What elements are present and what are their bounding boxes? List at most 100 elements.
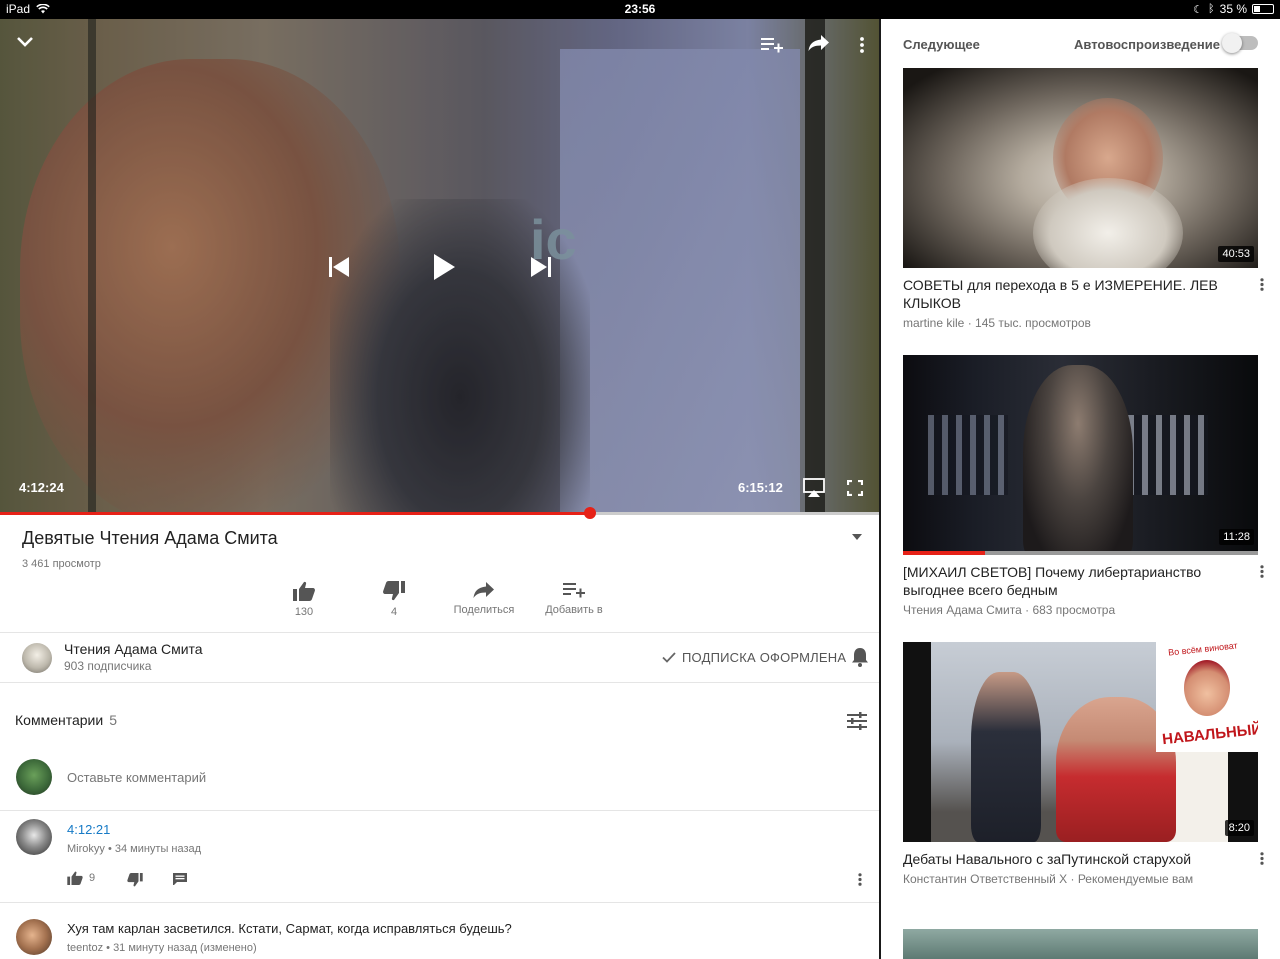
comment-author-avatar[interactable] <box>16 819 52 855</box>
previous-icon[interactable] <box>323 251 355 283</box>
comment-author-avatar[interactable] <box>16 919 52 955</box>
more-vertical-icon[interactable] <box>1260 278 1264 296</box>
add-to-queue-icon[interactable] <box>760 33 784 57</box>
add-to-label: Добавить в <box>545 604 603 616</box>
poster-word: НАВАЛЬНЫЙ <box>1161 720 1258 749</box>
status-time: 23:56 <box>624 2 656 16</box>
comment-like-count: 9 <box>89 872 96 884</box>
video-player[interactable]: ic 4:12:24 6:15:12 <box>0 19 880 512</box>
seek-bar[interactable] <box>0 507 880 519</box>
next-icon[interactable] <box>525 251 557 283</box>
share-icon[interactable] <box>806 31 832 55</box>
recommendation-meta: Константин Ответственный Х · Рекомендуем… <box>903 872 1194 886</box>
bell-icon[interactable] <box>851 647 869 672</box>
current-time: 4:12:24 <box>19 480 64 495</box>
comments-title: Комментарии <box>15 712 104 728</box>
comment-dislike-button[interactable] <box>127 873 143 887</box>
comment-like-button[interactable]: 9 <box>67 871 95 885</box>
video-thumbnail[interactable] <box>903 929 1258 959</box>
recommendation-item[interactable]: Во всём виноват НАВАЛЬНЫЙ 8:20 Дебаты На… <box>903 642 1264 886</box>
comment-more-icon[interactable] <box>858 873 862 886</box>
more-vertical-icon[interactable] <box>1260 852 1264 870</box>
status-bar: iPad 23:56 ☾ ᛒ 35 % <box>0 0 1280 19</box>
video-duration: 11:28 <box>1219 529 1254 545</box>
channel-row[interactable]: Чтения Адама Смита 903 подписчика ПОДПИС… <box>0 633 880 683</box>
share-icon <box>473 582 494 598</box>
dislike-count: 4 <box>390 606 398 618</box>
play-icon[interactable] <box>424 247 464 287</box>
dislike-button[interactable]: 4 <box>349 581 439 618</box>
thumbnail-poster: Во всём виноват НАВАЛЬНЫЙ <box>1156 642 1258 752</box>
recommendation-item[interactable]: 40:53 СОВЕТЫ для перехода в 5 е ИЗМЕРЕНИ… <box>903 68 1264 330</box>
like-count: 130 <box>294 606 314 618</box>
recommendation-title[interactable]: [МИХАИЛ СВЕТОВ] Почему либертарианство в… <box>903 563 1258 599</box>
channel-name[interactable]: Чтения Адама Смита <box>64 641 203 657</box>
airplay-icon[interactable] <box>802 477 826 499</box>
view-count: 3 461 просмотр <box>22 558 101 570</box>
subscriber-count: 903 подписчика <box>64 659 152 673</box>
moon-icon: ☾ <box>1193 3 1204 16</box>
comment-timestamp-link[interactable]: 4:12:21 <box>67 822 110 837</box>
fullscreen-icon[interactable] <box>844 477 866 499</box>
watched-progress <box>903 551 985 555</box>
share-button[interactable]: Поделиться <box>439 581 529 616</box>
video-thumbnail[interactable]: 11:28 <box>903 355 1258 555</box>
bluetooth-icon: ᛒ <box>1208 3 1215 15</box>
seek-played <box>0 512 591 515</box>
minimize-chevron-icon[interactable] <box>14 31 36 53</box>
recommendation-title[interactable]: СОВЕТЫ для перехода в 5 е ИЗМЕРЕНИЕ. ЛЕВ… <box>903 276 1258 312</box>
recommendation-meta: martine kile · 145 тыс. просмотров <box>903 316 1091 330</box>
video-thumbnail[interactable]: Во всём виноват НАВАЛЬНЫЙ 8:20 <box>903 642 1258 842</box>
reply-icon <box>173 873 187 885</box>
channel-avatar[interactable] <box>22 643 52 673</box>
thumbs-down-icon <box>127 873 143 887</box>
add-comment-input[interactable]: Оставьте комментарий <box>67 770 206 785</box>
seek-handle[interactable] <box>584 507 597 519</box>
autoplay-toggle[interactable] <box>1222 33 1258 53</box>
comment-time: 34 минуты назад <box>114 843 202 855</box>
more-vertical-icon[interactable] <box>1260 565 1264 583</box>
recommendation-title[interactable]: Дебаты Навального с заПутинской старухой <box>903 850 1258 868</box>
up-next-label: Следующее <box>903 37 980 52</box>
subscribed-label: ПОДПИСКА ОФОРМЛЕНА <box>682 650 847 665</box>
recommendation-meta: Чтения Адама Смита · 683 просмотра <box>903 603 1116 617</box>
comment-meta: Mirokyy • 34 минуты назад <box>67 843 202 855</box>
add-to-playlist-icon <box>563 583 585 598</box>
video-duration: 40:53 <box>1218 246 1254 262</box>
video-title-row[interactable]: Девятые Чтения Адама Смита 3 461 просмот… <box>22 528 862 570</box>
battery-percent: 35 % <box>1219 2 1247 16</box>
thumbs-up-icon <box>293 581 315 601</box>
my-avatar <box>16 759 52 795</box>
comments-count: 5 <box>109 712 117 728</box>
comment-text: Хуя там карлан засветился. Кстати, Сарма… <box>67 921 512 936</box>
video-title: Девятые Чтения Адама Смита <box>22 528 278 548</box>
add-to-button[interactable]: Добавить в <box>529 581 619 616</box>
expand-description-icon[interactable] <box>852 534 862 540</box>
comment-reply-button[interactable] <box>173 873 187 886</box>
autoplay-label: Автовоспроизведение <box>1074 37 1220 52</box>
battery-icon <box>1252 4 1274 14</box>
subscribed-button[interactable]: ПОДПИСКА ОФОРМЛЕНА <box>662 650 846 665</box>
thumbs-down-icon <box>383 581 405 601</box>
like-button[interactable]: 130 <box>259 581 349 618</box>
comments-header: Комментарии 5 <box>15 712 117 728</box>
watch-panel: ic 4:12:24 6:15:12 Девятые Чтения Адама … <box>0 19 880 959</box>
sort-comments-icon[interactable] <box>847 712 867 735</box>
up-next-panel: Следующее Автовоспроизведение 40:53 СОВЕ… <box>881 19 1280 959</box>
poster-caption: Во всём виноват <box>1167 642 1239 658</box>
video-thumbnail[interactable]: 40:53 <box>903 68 1258 268</box>
autoplay-toggle-knob <box>1222 33 1242 53</box>
comment-time: 31 минуту назад (изменено) <box>113 942 257 954</box>
comment-meta: teentoz • 31 минуту назад (изменено) <box>67 942 257 954</box>
comment-author[interactable]: teentoz <box>67 942 103 954</box>
checkmark-icon <box>662 652 676 663</box>
video-actions: 130 4 Поделиться Добавить в <box>0 581 880 631</box>
thumbs-up-icon <box>67 871 83 885</box>
more-vertical-icon[interactable] <box>852 33 872 57</box>
recommendation-item[interactable]: 11:28 [МИХАИЛ СВЕТОВ] Почему либертариан… <box>903 355 1264 617</box>
share-label: Поделиться <box>453 604 515 616</box>
comment-author[interactable]: Mirokyy <box>67 843 105 855</box>
total-duration: 6:15:12 <box>738 480 783 495</box>
recommendation-item[interactable] <box>903 929 1258 959</box>
video-duration: 8:20 <box>1224 820 1254 836</box>
